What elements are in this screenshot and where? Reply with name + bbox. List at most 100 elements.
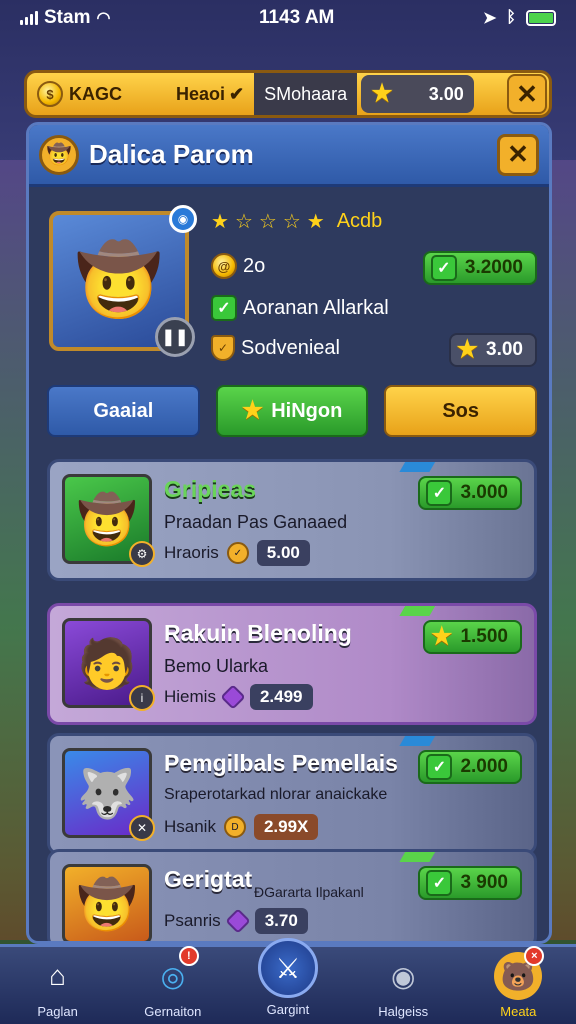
card-price: 1.500 [460, 626, 508, 647]
info-icon: i [129, 685, 155, 711]
list-item[interactable]: 🤠 Gerigtat ĐGararta Ilpakanl Psanris 3.7… [47, 849, 537, 941]
segment-3-label: SMohaara [264, 83, 348, 104]
hero-avatar-icon: 🧑 [77, 637, 137, 691]
list-item[interactable]: 🤠 ⚙ Gripieas Praadan Pas Ganaaed Hraoris… [47, 459, 537, 581]
status-bar: Stam ◠ 1143 AM ➤ ᛒ [0, 0, 576, 36]
sword-icon: ✕ [129, 815, 155, 841]
currency-value: 3.00 [428, 83, 464, 104]
battery-icon [525, 10, 556, 26]
nav-target-label: Gernaiton [144, 1004, 202, 1019]
ribbon [399, 852, 439, 862]
profile-line-2-text: Sodvenieal [241, 336, 340, 359]
card-subtitle: Bemo Ularka [164, 656, 269, 676]
header-avatar-icon: 🤠 [39, 134, 79, 175]
coin-icon: D [223, 816, 246, 838]
close-icon: ✕ [516, 78, 538, 109]
location-icon: ➤ [482, 10, 497, 27]
panel-close-button[interactable]: ✕ [497, 133, 539, 176]
tab-bar: Gaaial ★ HiNgon Sos [47, 385, 538, 437]
tab-highlight[interactable]: ★ HiNgon [215, 385, 369, 437]
card-buy-button[interactable]: ✓ 2.000 [418, 750, 522, 784]
card-price: 3 900 [460, 872, 508, 893]
card-meta-value: 5.00 [256, 540, 310, 566]
card-title: Pemgilbals Pemellais [164, 750, 398, 776]
profile-star-pill[interactable]: ★ 3.00 [448, 333, 537, 367]
tab-general-label: Gaaial [93, 399, 154, 422]
card-buy-button[interactable]: ★ 1.500 [422, 620, 522, 654]
rating-row: ★ ☆ ☆ ☆ ★ Acdb [211, 209, 382, 234]
nav-battle[interactable]: ⚔ Gargint [240, 938, 336, 1017]
check-icon: ✓ [426, 754, 453, 780]
list-item[interactable]: 🐺 ✕ Pemgilbals Pemellais Sraperotarkad n… [47, 733, 537, 855]
currency-segment-2[interactable]: Heaoi ✔ [166, 73, 254, 115]
card-meta-label: Psanris [164, 911, 221, 930]
card-title: Gripieas [164, 476, 257, 502]
star-icon: ★ [371, 80, 393, 107]
close-badge[interactable]: × [524, 946, 545, 966]
card-meta: Hsanik D 2.99X [164, 814, 319, 840]
card-thumbnail: 🤠 [62, 864, 152, 941]
info-badge-icon[interactable]: ◉ [169, 205, 197, 233]
star-icon: ★ [241, 397, 264, 424]
cowboy-avatar-icon: 🤠 [77, 878, 137, 932]
ribbon [399, 462, 439, 472]
star-outline-icon: ☆ [258, 211, 277, 233]
profile-section: 🤠 ◉ ❚❚ ★ ☆ ☆ ☆ ★ Acdb @ 2o ✓ 3.2000 ✓ Ao… [47, 205, 537, 369]
nav-target[interactable]: ◎ ! Gernaiton [125, 946, 221, 1019]
chevron-icon: ✔ [229, 83, 245, 104]
ribbon [399, 736, 439, 746]
tab-general[interactable]: Gaaial [47, 385, 200, 437]
gem-icon [220, 684, 246, 710]
wolf-avatar-icon: 🐺 [77, 767, 137, 821]
currency-bar: $ KAGC Heaoi ✔ SMohaara ★ 3.00 ✕ [24, 70, 552, 118]
robot-icon: ◉ [390, 960, 416, 992]
check-icon: ✓ [426, 480, 453, 506]
card-meta-value: 2.499 [249, 684, 313, 710]
currency-segment-1[interactable]: $ KAGC [27, 73, 132, 115]
cowboy-avatar-icon: 🤠 [77, 493, 137, 547]
currency-segment-3[interactable]: SMohaara [254, 73, 358, 115]
tab-highlight-label: HiNgon [271, 399, 343, 422]
tab-sos[interactable]: Sos [384, 385, 538, 437]
status-time: 1143 AM [259, 7, 335, 28]
pause-button[interactable]: ❚❚ [155, 317, 195, 357]
rating-label: Acdb [336, 210, 383, 232]
character-portrait[interactable]: 🤠 ◉ ❚❚ [49, 205, 197, 357]
profile-pill-value: 3.2000 [464, 257, 523, 278]
star-icon: ★ [456, 336, 479, 363]
card-meta: Hiemis 2.499 [164, 684, 313, 710]
card-buy-button[interactable]: ✓ 3 900 [418, 866, 522, 900]
card-meta: Hraoris ✓ 5.00 [164, 540, 310, 566]
bottom-nav: ⌂ Paglan ◎ ! Gernaiton ⚔ Gargint ◉ Halge… [0, 938, 576, 1024]
level-icon: @ [211, 253, 237, 279]
card-subtitle: Praadan Pas Ganaaed [164, 512, 348, 532]
card-subtitle: Sraperotarkad nlorar anaickake [164, 786, 388, 803]
card-thumbnail: 🧑 i [62, 618, 155, 711]
tab-sos-label: Sos [442, 399, 480, 422]
nav-pet[interactable]: 🐻 × Meata [470, 946, 566, 1019]
profile-line-1: ✓ Aoranan Allarkal [211, 295, 389, 321]
profile-price-pill[interactable]: ✓ 3.2000 [422, 251, 537, 285]
currency-star-segment[interactable]: ★ 3.00 [361, 75, 474, 113]
topbar-close-button[interactable]: ✕ [507, 74, 547, 114]
nav-home[interactable]: ⌂ Paglan [10, 952, 106, 1019]
gem-icon [224, 908, 251, 934]
card-meta-label: Hiemis [164, 687, 216, 706]
check-icon: ✓ [430, 255, 457, 281]
segment-2-label: Heaoi [176, 83, 226, 104]
card-subtitle: ĐGararta Ilpakanl [254, 884, 364, 900]
star-outline-icon: ☆ [282, 211, 301, 233]
card-meta: Psanris 3.70 [164, 908, 308, 934]
level-row: @ 2o [211, 253, 265, 279]
level-value: 2o [243, 254, 266, 277]
home-icon: ⌂ [49, 960, 67, 991]
card-buy-button[interactable]: ✓ 3.000 [418, 476, 522, 510]
card-thumbnail: 🐺 ✕ [62, 748, 155, 841]
carrier-label: Stam [44, 7, 91, 28]
nav-pet-label: Meata [500, 1004, 537, 1019]
gear-icon: ⚙ [129, 541, 155, 567]
ribbon [399, 606, 439, 616]
nav-robot[interactable]: ◉ Halgeiss [355, 952, 451, 1020]
nav-home-label: Paglan [37, 1004, 78, 1019]
list-item[interactable]: 🧑 i Rakuin Blenoling Bemo Ularka Hiemis … [47, 603, 537, 725]
